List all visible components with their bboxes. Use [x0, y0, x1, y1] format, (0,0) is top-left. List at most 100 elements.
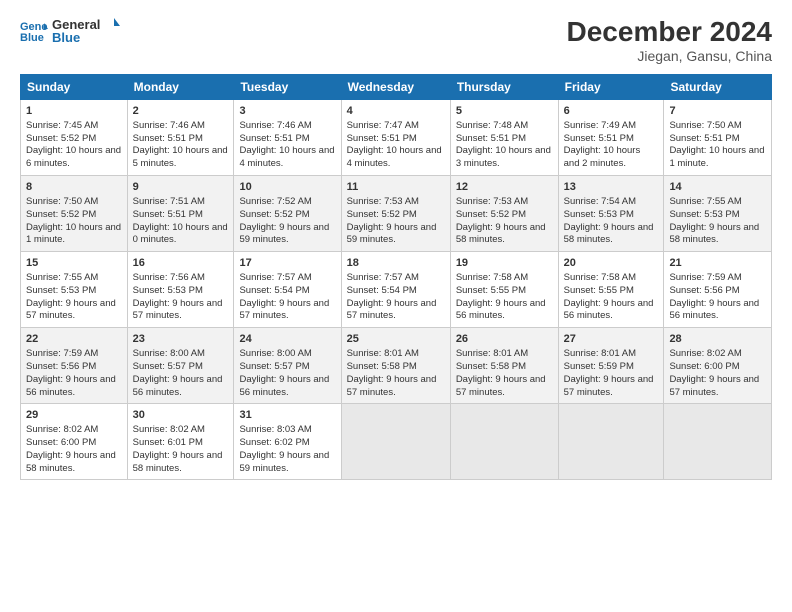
sunset-label: Sunset: 5:52 PM — [456, 209, 526, 220]
calendar-title: December 2024 — [567, 16, 772, 48]
sunset-label: Sunset: 5:53 PM — [133, 285, 203, 296]
sunset-label: Sunset: 5:57 PM — [133, 361, 203, 372]
day-number: 3 — [239, 104, 335, 119]
sunset-label: Sunset: 5:54 PM — [239, 285, 309, 296]
calendar-cell — [664, 404, 772, 480]
sunset-label: Sunset: 5:52 PM — [26, 133, 96, 144]
sunset-label: Sunset: 5:56 PM — [26, 361, 96, 372]
day-number: 9 — [133, 180, 229, 195]
calendar-cell — [558, 404, 664, 480]
day-number: 10 — [239, 180, 335, 195]
sunrise-label: Sunrise: 7:45 AM — [26, 120, 98, 131]
sunset-label: Sunset: 5:51 PM — [133, 133, 203, 144]
sunrise-label: Sunrise: 7:57 AM — [239, 272, 311, 283]
sunrise-label: Sunrise: 8:02 AM — [26, 424, 98, 435]
sunset-label: Sunset: 5:51 PM — [669, 133, 739, 144]
calendar-cell: 16 Sunrise: 7:56 AM Sunset: 5:53 PM Dayl… — [127, 252, 234, 328]
daylight-label: Daylight: 9 hours and 56 minutes. — [26, 374, 116, 398]
sunset-label: Sunset: 5:52 PM — [26, 209, 96, 220]
weekday-tue: Tuesday — [234, 75, 341, 100]
calendar-cell: 14 Sunrise: 7:55 AM Sunset: 5:53 PM Dayl… — [664, 176, 772, 252]
calendar-cell: 11 Sunrise: 7:53 AM Sunset: 5:52 PM Dayl… — [341, 176, 450, 252]
daylight-label: Daylight: 9 hours and 59 minutes. — [239, 450, 329, 474]
sunrise-label: Sunrise: 7:55 AM — [669, 196, 741, 207]
day-number: 17 — [239, 256, 335, 271]
day-number: 16 — [133, 256, 229, 271]
calendar-cell: 31 Sunrise: 8:03 AM Sunset: 6:02 PM Dayl… — [234, 404, 341, 480]
daylight-label: Daylight: 9 hours and 56 minutes. — [239, 374, 329, 398]
sunrise-label: Sunrise: 8:00 AM — [133, 348, 205, 359]
sunset-label: Sunset: 5:51 PM — [456, 133, 526, 144]
sunset-label: Sunset: 6:00 PM — [26, 437, 96, 448]
daylight-label: Daylight: 9 hours and 58 minutes. — [669, 222, 759, 246]
day-number: 24 — [239, 332, 335, 347]
sunset-label: Sunset: 5:51 PM — [239, 133, 309, 144]
sunrise-label: Sunrise: 7:53 AM — [347, 196, 419, 207]
daylight-label: Daylight: 9 hours and 58 minutes. — [26, 450, 116, 474]
calendar-cell: 3 Sunrise: 7:46 AM Sunset: 5:51 PM Dayli… — [234, 100, 341, 176]
sunrise-label: Sunrise: 7:48 AM — [456, 120, 528, 131]
daylight-label: Daylight: 9 hours and 56 minutes. — [669, 298, 759, 322]
sunset-label: Sunset: 5:51 PM — [347, 133, 417, 144]
day-number: 8 — [26, 180, 122, 195]
daylight-label: Daylight: 10 hours and 1 minute. — [26, 222, 121, 246]
sunset-label: Sunset: 5:58 PM — [347, 361, 417, 372]
calendar-cell: 5 Sunrise: 7:48 AM Sunset: 5:51 PM Dayli… — [450, 100, 558, 176]
sunrise-label: Sunrise: 8:00 AM — [239, 348, 311, 359]
sunset-label: Sunset: 5:52 PM — [239, 209, 309, 220]
daylight-label: Daylight: 9 hours and 58 minutes. — [456, 222, 546, 246]
calendar-cell: 18 Sunrise: 7:57 AM Sunset: 5:54 PM Dayl… — [341, 252, 450, 328]
calendar-cell: 15 Sunrise: 7:55 AM Sunset: 5:53 PM Dayl… — [21, 252, 128, 328]
calendar-cell: 25 Sunrise: 8:01 AM Sunset: 5:58 PM Dayl… — [341, 328, 450, 404]
sunset-label: Sunset: 5:53 PM — [669, 209, 739, 220]
svg-text:Blue: Blue — [20, 32, 44, 43]
daylight-label: Daylight: 10 hours and 0 minutes. — [133, 222, 228, 246]
sunrise-label: Sunrise: 7:59 AM — [669, 272, 741, 283]
sunrise-label: Sunrise: 7:55 AM — [26, 272, 98, 283]
daylight-label: Daylight: 9 hours and 59 minutes. — [239, 222, 329, 246]
calendar-cell: 20 Sunrise: 7:58 AM Sunset: 5:55 PM Dayl… — [558, 252, 664, 328]
day-number: 28 — [669, 332, 766, 347]
calendar-cell: 9 Sunrise: 7:51 AM Sunset: 5:51 PM Dayli… — [127, 176, 234, 252]
daylight-label: Daylight: 9 hours and 56 minutes. — [133, 374, 223, 398]
daylight-label: Daylight: 10 hours and 5 minutes. — [133, 145, 228, 169]
calendar-cell: 19 Sunrise: 7:58 AM Sunset: 5:55 PM Dayl… — [450, 252, 558, 328]
sunrise-label: Sunrise: 7:50 AM — [669, 120, 741, 131]
sunrise-label: Sunrise: 7:54 AM — [564, 196, 636, 207]
day-number: 25 — [347, 332, 445, 347]
sunset-label: Sunset: 5:53 PM — [26, 285, 96, 296]
day-number: 15 — [26, 256, 122, 271]
calendar-cell: 28 Sunrise: 8:02 AM Sunset: 6:00 PM Dayl… — [664, 328, 772, 404]
daylight-label: Daylight: 9 hours and 57 minutes. — [347, 374, 437, 398]
weekday-sun: Sunday — [21, 75, 128, 100]
weekday-wed: Wednesday — [341, 75, 450, 100]
calendar-cell: 17 Sunrise: 7:57 AM Sunset: 5:54 PM Dayl… — [234, 252, 341, 328]
sunrise-label: Sunrise: 8:02 AM — [669, 348, 741, 359]
weekday-sat: Saturday — [664, 75, 772, 100]
calendar-cell — [341, 404, 450, 480]
daylight-label: Daylight: 9 hours and 57 minutes. — [669, 374, 759, 398]
daylight-label: Daylight: 9 hours and 57 minutes. — [347, 298, 437, 322]
day-number: 12 — [456, 180, 553, 195]
day-number: 31 — [239, 408, 335, 423]
daylight-label: Daylight: 10 hours and 6 minutes. — [26, 145, 121, 169]
day-number: 29 — [26, 408, 122, 423]
calendar-week-row: 22 Sunrise: 7:59 AM Sunset: 5:56 PM Dayl… — [21, 328, 772, 404]
sunrise-label: Sunrise: 7:58 AM — [456, 272, 528, 283]
page: General Blue General Blue December 2024 … — [0, 0, 792, 612]
sunset-label: Sunset: 5:57 PM — [239, 361, 309, 372]
daylight-label: Daylight: 9 hours and 56 minutes. — [564, 298, 654, 322]
logo-icon: General Blue — [20, 19, 48, 43]
day-number: 7 — [669, 104, 766, 119]
sunset-label: Sunset: 6:01 PM — [133, 437, 203, 448]
sunrise-label: Sunrise: 8:01 AM — [347, 348, 419, 359]
daylight-label: Daylight: 10 hours and 4 minutes. — [347, 145, 442, 169]
day-number: 30 — [133, 408, 229, 423]
calendar-cell: 21 Sunrise: 7:59 AM Sunset: 5:56 PM Dayl… — [664, 252, 772, 328]
sunset-label: Sunset: 5:52 PM — [347, 209, 417, 220]
day-number: 4 — [347, 104, 445, 119]
calendar-cell: 13 Sunrise: 7:54 AM Sunset: 5:53 PM Dayl… — [558, 176, 664, 252]
day-number: 2 — [133, 104, 229, 119]
calendar-cell: 12 Sunrise: 7:53 AM Sunset: 5:52 PM Dayl… — [450, 176, 558, 252]
daylight-label: Daylight: 9 hours and 58 minutes. — [133, 450, 223, 474]
